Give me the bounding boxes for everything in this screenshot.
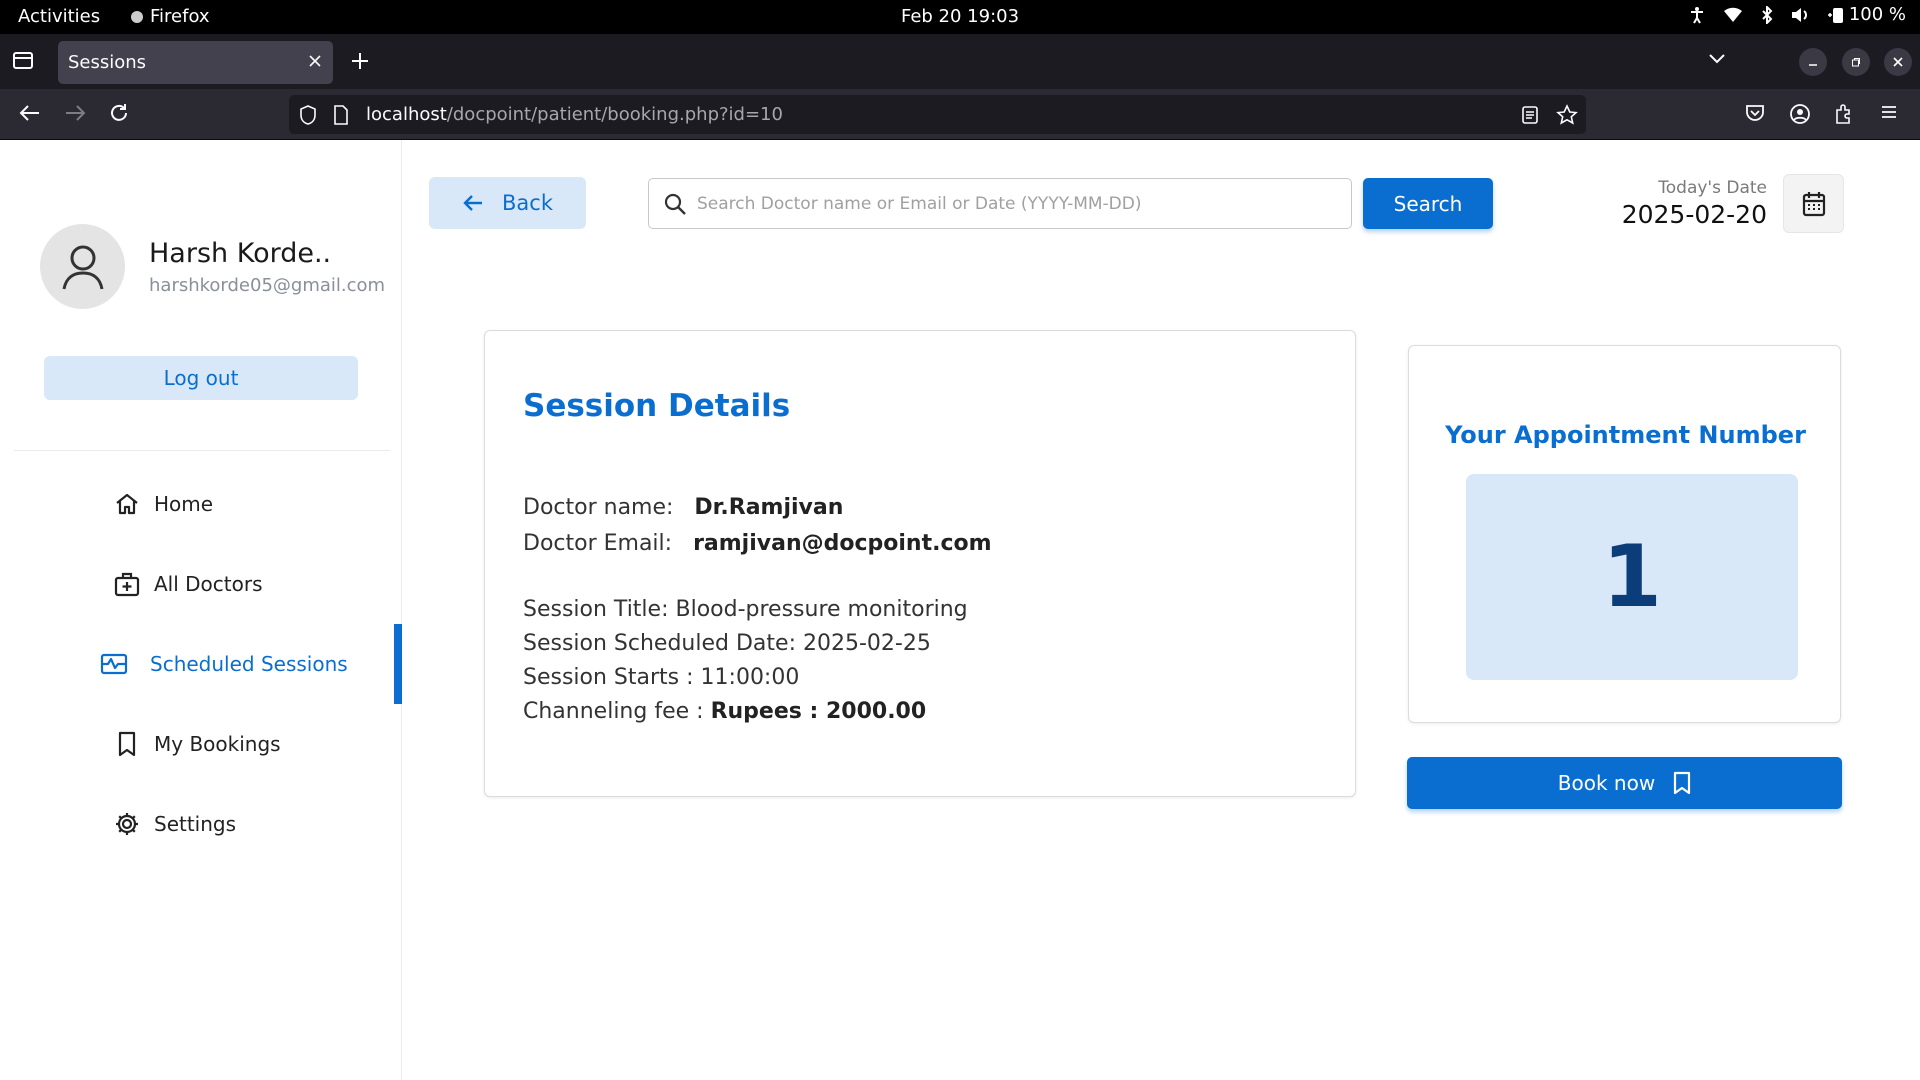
sidebar-item-my-bookings[interactable]: My Bookings [100,704,402,784]
bookmark-icon [118,731,136,757]
session-date-text: Session Scheduled Date: 2025-02-25 [523,631,931,656]
channeling-fee-row: Channeling fee : Rupees : 2000.00 [523,699,926,724]
doctor-name-value: Dr.Ramjivan [694,495,844,520]
user-icon [62,245,103,289]
clock[interactable]: Feb 20 19:03 [0,6,1920,27]
back-arrow-icon[interactable] [19,103,41,123]
doctor-email-value: ramjivan@docpoint.com [693,531,992,556]
book-now-label: Book now [1557,771,1656,795]
battery-icon [1827,7,1843,23]
battery-percent: 100 % [1848,4,1906,25]
system-top-bar: Activities Firefox Feb 20 19:03 100 % [0,0,1920,34]
user-name: Harsh Korde.. [149,238,332,269]
user-email: harshkorde05@gmail.com [149,275,386,296]
reader-view-icon[interactable] [1521,105,1539,125]
forward-arrow-icon[interactable] [64,103,86,123]
sidebar-item-home[interactable]: Home [100,464,402,544]
battery-indicator[interactable]: 100 % [1827,4,1906,25]
appointment-number-card: Your Appointment Number 1 [1408,345,1841,723]
todays-date-value: 2025-02-20 [1621,200,1767,229]
maximize-button[interactable] [1842,48,1870,76]
back-button[interactable]: Back [429,177,586,229]
doctor-email-row: Doctor Email: ramjivan@docpoint.com [523,531,992,556]
navigation-toolbar: localhost/docpoint/patient/booking.php?i… [0,89,1920,140]
sidebar-item-scheduled-sessions[interactable]: Scheduled Sessions [100,624,402,704]
close-tab-icon[interactable] [307,53,323,69]
restore-icon [1852,58,1860,67]
extensions-icon[interactable] [1834,103,1854,125]
book-now-button[interactable]: Book now [1407,757,1842,809]
menu-icon[interactable] [1880,103,1898,121]
page-content: Harsh Korde.. harshkorde05@gmail.com Log… [0,140,1920,1080]
search-input[interactable] [697,193,1351,214]
session-title-text: Session Title: Blood-pressure monitoring [523,597,968,622]
sidebar-item-label: Scheduled Sessions [150,652,348,676]
avatar [40,224,125,309]
tracking-protection-icon[interactable] [299,105,317,125]
sidebar-item-label: All Doctors [154,572,263,596]
sidebar-item-label: Settings [154,812,237,836]
back-label: Back [502,191,553,215]
url-host: localhost [366,104,447,125]
sidebar: Harsh Korde.. harshkorde05@gmail.com Log… [0,140,402,1080]
sidebar-item-settings[interactable]: Settings [100,784,402,864]
session-starts-text: Session Starts : 11:00:00 [523,665,800,690]
pocket-icon[interactable] [1745,103,1765,123]
new-tab-icon[interactable] [350,51,370,71]
sidebar-item-all-doctors[interactable]: All Doctors [100,544,402,624]
sidebar-item-label: My Bookings [154,732,281,756]
tab-strip: Sessions [0,34,1920,89]
medical-kit-icon [114,572,140,597]
tab-title: Sessions [68,52,147,73]
url-path: /docpoint/patient/booking.php?id=10 [446,104,783,125]
url-bar[interactable]: localhost/docpoint/patient/booking.php?i… [289,95,1586,134]
search-icon [664,193,686,215]
tab-sessions[interactable]: Sessions [58,41,333,84]
search-field[interactable] [648,178,1352,229]
session-details-card: Session Details Doctor name: Dr.Ramjivan… [484,330,1356,797]
gear-icon [116,813,138,835]
page-info-icon[interactable] [333,105,349,125]
accessibility-icon[interactable] [1689,6,1705,24]
doctor-email-label: Doctor Email: [523,531,673,556]
logout-button[interactable]: Log out [44,356,358,400]
bookmark-star-icon[interactable] [1556,104,1578,126]
system-tray[interactable]: 100 % [1689,4,1906,25]
reload-icon[interactable] [109,103,129,123]
minimize-icon [1809,64,1817,66]
home-icon [116,493,138,515]
doctor-name-row: Doctor name: Dr.Ramjivan [523,495,843,520]
sessions-icon [100,653,128,675]
sidebar-divider [14,450,390,451]
volume-icon[interactable] [1791,7,1809,23]
firefox-view-icon[interactable] [12,50,34,70]
account-icon[interactable] [1789,103,1811,125]
todays-date-label: Today's Date [1658,178,1767,198]
fee-value: Rupees : 2000.00 [710,699,927,724]
url-text[interactable]: localhost/docpoint/patient/booking.php?i… [366,104,783,125]
bookmark-icon [1674,771,1691,795]
search-button[interactable]: Search [1363,178,1493,229]
fee-label: Channeling fee : [523,699,711,724]
appointment-number-title: Your Appointment Number [1445,421,1806,449]
calendar-icon [1802,191,1825,216]
bluetooth-icon[interactable] [1761,5,1773,24]
doctor-name-label: Doctor name: [523,495,674,520]
wifi-icon[interactable] [1723,7,1743,23]
close-icon [1893,57,1903,67]
sidebar-item-label: Home [154,492,214,516]
list-all-tabs-icon[interactable] [1708,52,1726,66]
arrow-left-icon [463,195,482,211]
minimize-button[interactable] [1799,48,1827,76]
session-details-title: Session Details [523,388,791,424]
close-window-button[interactable] [1884,48,1912,76]
calendar-button[interactable] [1783,174,1844,233]
appointment-number-value: 1 [1466,474,1798,680]
